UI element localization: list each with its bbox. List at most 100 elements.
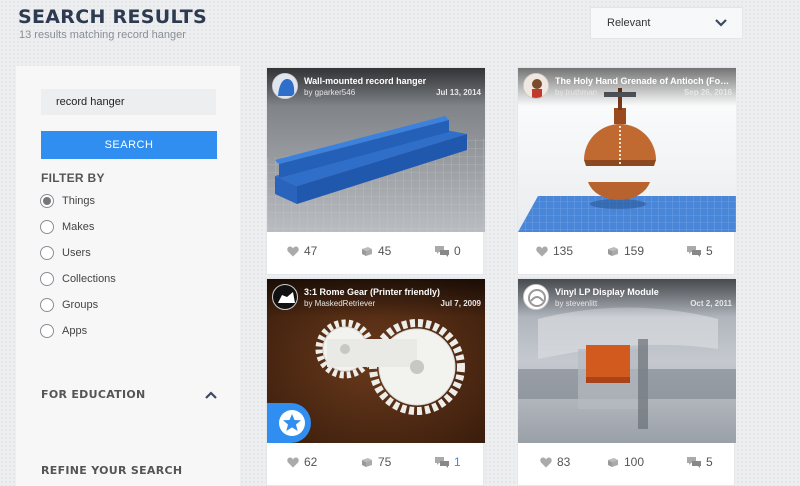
card-header-overlay <box>267 279 485 317</box>
comment-count: 5 <box>706 455 713 469</box>
like-stat[interactable]: 135 <box>536 244 573 258</box>
collect-count: 45 <box>378 244 392 258</box>
like-stat[interactable]: 62 <box>287 455 317 469</box>
radio-collections[interactable] <box>40 272 54 286</box>
comment-stat[interactable]: 0 <box>435 244 461 258</box>
comment-count: 5 <box>706 244 713 258</box>
result-card[interactable]: Vinyl LP Display Module by stevenlitt Oc… <box>517 278 736 486</box>
card-author[interactable]: by MaskedRetriever <box>304 299 375 308</box>
filter-heading: FILTER BY <box>41 171 105 185</box>
featured-badge <box>267 403 311 443</box>
comment-stat[interactable]: 5 <box>687 455 713 469</box>
refine-search-heading[interactable]: REFINE YOUR SEARCH <box>41 464 182 477</box>
collect-count: 75 <box>378 455 392 469</box>
filter-option-makes[interactable]: Makes <box>40 218 94 236</box>
radio-things[interactable] <box>40 194 54 208</box>
collect-stat[interactable]: 75 <box>361 455 391 469</box>
card-header-overlay <box>267 68 485 106</box>
chevron-down-icon <box>715 19 727 27</box>
card-stats: 47 45 0 <box>267 232 483 276</box>
chevron-up-icon[interactable] <box>204 389 218 401</box>
filter-label: Makes <box>62 221 95 233</box>
search-input[interactable] <box>41 89 216 115</box>
card-author[interactable]: by stevenlitt <box>555 299 597 308</box>
filter-label: Users <box>62 247 91 259</box>
search-button[interactable]: SEARCH <box>41 131 217 159</box>
collect-icon <box>362 457 372 467</box>
results-count: 13 results matching record hanger <box>19 29 186 41</box>
card-title[interactable]: Wall-mounted record hanger <box>304 76 479 86</box>
avatar[interactable] <box>272 73 298 99</box>
comment-count: 0 <box>454 244 461 258</box>
card-stats: 83 100 5 <box>518 443 734 486</box>
card-title[interactable]: Vinyl LP Display Module <box>555 287 730 297</box>
card-header-overlay <box>518 68 736 106</box>
avatar[interactable] <box>272 284 298 310</box>
avatar[interactable] <box>523 73 549 99</box>
card-date: Sep 26, 2016 <box>683 88 732 97</box>
card-date: Oct 2, 2011 <box>690 299 732 308</box>
for-education-heading[interactable]: FOR EDUCATION <box>41 388 146 401</box>
filter-option-collections[interactable]: Collections <box>40 270 116 288</box>
filter-label: Collections <box>62 273 116 285</box>
comment-icon <box>687 245 701 257</box>
comment-stat[interactable]: 5 <box>687 244 713 258</box>
filter-label: Things <box>62 195 96 207</box>
collect-count: 100 <box>624 455 645 469</box>
collect-icon <box>608 246 618 256</box>
thumbnail[interactable]: The Holy Hand Grenade of Antioch (For Re… <box>518 68 736 232</box>
result-card[interactable]: The Holy Hand Grenade of Antioch (For Re… <box>517 67 736 276</box>
sort-selected-value: Relevant <box>607 17 651 29</box>
card-author[interactable]: by gparker546 <box>304 88 355 97</box>
filter-option-apps[interactable]: Apps <box>40 322 87 340</box>
heart-icon <box>287 457 299 467</box>
filter-option-groups[interactable]: Groups <box>40 296 98 314</box>
like-stat[interactable]: 83 <box>540 455 570 469</box>
heart-icon <box>287 246 299 256</box>
comment-icon <box>435 456 449 468</box>
collect-icon <box>608 457 618 467</box>
radio-apps[interactable] <box>40 324 54 338</box>
comment-stat[interactable]: 1 <box>435 455 461 469</box>
collect-icon <box>362 246 372 256</box>
collect-stat[interactable]: 159 <box>607 244 644 258</box>
sidebar: SEARCH FILTER BY Things Makes Users Coll… <box>16 66 240 486</box>
like-stat[interactable]: 47 <box>287 244 317 258</box>
filter-label: Apps <box>62 325 88 337</box>
result-card[interactable]: Wall-mounted record hanger by gparker546… <box>266 67 485 276</box>
collect-stat[interactable]: 100 <box>607 455 644 469</box>
card-date: Jul 13, 2014 <box>436 88 481 97</box>
comment-icon <box>435 245 449 257</box>
page-title: SEARCH RESULTS <box>18 6 207 28</box>
card-author[interactable]: by truthman <box>555 88 597 97</box>
filter-label: Groups <box>62 299 99 311</box>
card-stats: 135 159 5 <box>518 232 734 276</box>
result-card[interactable]: 3:1 Rome Gear (Printer friendly) by Mask… <box>266 278 485 486</box>
like-count: 135 <box>553 244 574 258</box>
filter-option-things[interactable]: Things <box>40 192 95 210</box>
radio-groups[interactable] <box>40 298 54 312</box>
sort-dropdown[interactable]: Relevant <box>590 7 743 39</box>
like-count: 62 <box>304 455 318 469</box>
radio-users[interactable] <box>40 246 54 260</box>
comment-count: 1 <box>454 455 461 469</box>
card-title[interactable]: 3:1 Rome Gear (Printer friendly) <box>304 287 479 297</box>
thumbnail[interactable]: Wall-mounted record hanger by gparker546… <box>267 68 485 232</box>
thumbnail[interactable]: Vinyl LP Display Module by stevenlitt Oc… <box>518 279 736 443</box>
card-date: Jul 7, 2009 <box>440 299 481 308</box>
filter-option-users[interactable]: Users <box>40 244 91 262</box>
heart-icon <box>536 246 548 256</box>
radio-makes[interactable] <box>40 220 54 234</box>
collect-stat[interactable]: 45 <box>361 244 391 258</box>
like-count: 47 <box>304 244 318 258</box>
comment-icon <box>687 456 701 468</box>
like-count: 83 <box>557 455 571 469</box>
card-header-overlay <box>518 279 736 317</box>
featured-star-icon <box>283 414 301 431</box>
collect-count: 159 <box>624 244 645 258</box>
card-stats: 62 75 1 <box>267 443 483 486</box>
heart-icon <box>540 457 552 467</box>
card-title[interactable]: The Holy Hand Grenade of Antioch (For Re… <box>555 76 730 86</box>
avatar[interactable] <box>523 284 549 310</box>
thumbnail[interactable]: 3:1 Rome Gear (Printer friendly) by Mask… <box>267 279 485 443</box>
